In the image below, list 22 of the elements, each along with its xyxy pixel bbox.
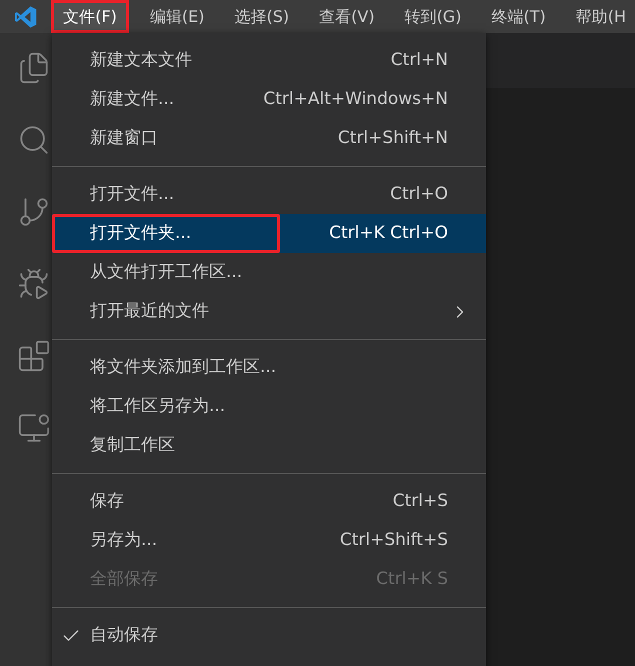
menu-item[interactable]: 新建文本文件 Ctrl+N xyxy=(52,41,486,80)
menu-bar-item[interactable]: 选择(S) xyxy=(225,0,298,33)
extensions-icon[interactable] xyxy=(17,339,51,373)
menu-bar-item[interactable]: 查看(V) xyxy=(310,0,384,33)
menu-item[interactable]: 打开最近的文件 xyxy=(52,292,486,331)
app-logo-icon xyxy=(14,4,38,28)
menu-bar-item[interactable]: 编辑(E) xyxy=(140,0,214,33)
menu-item[interactable]: 另存为... Ctrl+Shift+S xyxy=(52,521,486,560)
menu-bar-item[interactable]: 终端(T) xyxy=(482,0,555,33)
menu-item[interactable]: 保存 Ctrl+S xyxy=(52,482,486,521)
menu-bar-item[interactable]: 文件(F) xyxy=(51,0,129,33)
menu-item[interactable]: 打开文件夹... Ctrl+K Ctrl+O xyxy=(52,214,486,253)
menu-item[interactable]: 从文件打开工作区... xyxy=(52,253,486,292)
menu-item[interactable]: 复制工作区 xyxy=(52,426,486,465)
menu-bar-item[interactable]: 帮助(H xyxy=(566,0,635,33)
menu-item[interactable]: 将文件夹添加到工作区... xyxy=(52,348,486,387)
menu-item[interactable]: 新建窗口 Ctrl+Shift+N xyxy=(52,119,486,158)
menu-item[interactable]: 打开文件... Ctrl+O xyxy=(52,175,486,214)
menu-bar-item[interactable]: 转到(G) xyxy=(396,0,470,33)
menu-item[interactable]: 新建文件... Ctrl+Alt+Windows+N xyxy=(52,80,486,119)
menu-item[interactable]: 自动保存 xyxy=(52,616,486,655)
menu-item[interactable]: 将工作区另存为... xyxy=(52,387,486,426)
